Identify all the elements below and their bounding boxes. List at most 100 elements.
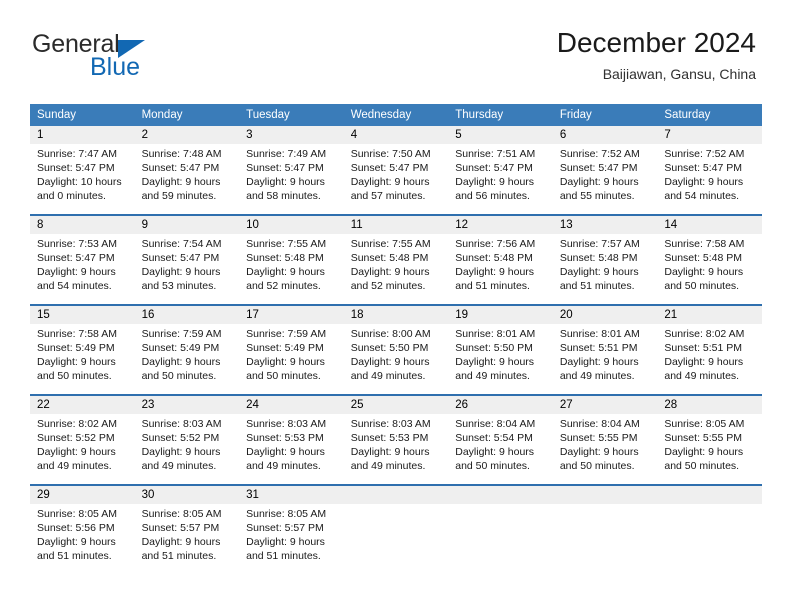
calendar-cell-empty xyxy=(448,484,553,574)
day-number: 6 xyxy=(552,126,658,144)
calendar-day-cell[interactable]: 23 Sunrise: 8:03 AM Sunset: 5:52 PM Dayligh… xyxy=(134,394,240,485)
daylight-duration-line1: Daylight: 9 hours xyxy=(350,446,430,458)
daylight-duration-line1: Daylight: 9 hours xyxy=(350,356,430,368)
calendar-day-cell[interactable]: 16 Sunrise: 7:59 AM Sunset: 5:49 PM Dayligh… xyxy=(134,304,240,395)
sunset-time: Sunset: 5:53 PM xyxy=(246,432,324,444)
sunset-time: Sunset: 5:56 PM xyxy=(37,522,115,534)
calendar-day-cell[interactable]: 3 Sunrise: 7:49 AM Sunset: 5:47 PM Daylight… xyxy=(239,126,344,215)
calendar-day-cell[interactable]: 27 Sunrise: 8:04 AM Sunset: 5:55 PM Dayligh… xyxy=(552,394,658,485)
day-details xyxy=(657,504,762,507)
weekday-header-wednesday: Wednesday xyxy=(343,104,449,126)
sunset-time: Sunset: 5:47 PM xyxy=(37,252,115,264)
sunrise-time: Sunrise: 7:52 AM xyxy=(559,148,640,160)
day-details: Sunrise: 8:03 AM Sunset: 5:53 PM Daylight:… xyxy=(344,414,449,473)
day-details: Sunrise: 7:57 AM Sunset: 5:48 PM Daylight:… xyxy=(553,234,658,293)
calendar-day-cell[interactable]: 7 Sunrise: 7:52 AM Sunset: 5:47 PM Daylight… xyxy=(657,126,762,215)
calendar-day-cell[interactable]: 22 Sunrise: 8:02 AM Sunset: 5:52 PM Dayligh… xyxy=(30,394,135,485)
calendar-day-cell[interactable]: 29 Sunrise: 8:05 AM Sunset: 5:56 PM Dayligh… xyxy=(30,484,135,574)
sunset-time: Sunset: 5:57 PM xyxy=(246,522,324,534)
sunset-time: Sunset: 5:55 PM xyxy=(559,432,638,444)
daylight-duration-line1: Daylight: 9 hours xyxy=(455,446,535,458)
sunset-time: Sunset: 5:47 PM xyxy=(350,162,429,174)
daylight-duration-line2: and 52 minutes. xyxy=(350,280,426,292)
day-number: 28 xyxy=(657,396,762,414)
calendar-day-cell[interactable]: 24 Sunrise: 8:03 AM Sunset: 5:53 PM Dayligh… xyxy=(239,394,344,485)
daylight-duration-line2: and 49 minutes. xyxy=(246,460,321,472)
calendar-day-cell[interactable]: 11 Sunrise: 7:55 AM Sunset: 5:48 PM Dayligh… xyxy=(343,214,449,305)
calendar-cell-empty xyxy=(343,484,449,574)
daylight-duration-line1: Daylight: 9 hours xyxy=(141,356,221,368)
sunset-time: Sunset: 5:48 PM xyxy=(664,252,743,264)
day-number: 2 xyxy=(134,126,240,144)
day-number: 11 xyxy=(343,216,449,234)
calendar-day-cell[interactable]: 1 Sunrise: 7:47 AM Sunset: 5:47 PM Daylight… xyxy=(30,126,135,215)
daylight-duration-line1: Daylight: 9 hours xyxy=(664,356,744,368)
day-number: 29 xyxy=(30,486,135,504)
sunset-time: Sunset: 5:48 PM xyxy=(246,252,324,264)
day-number: 1 xyxy=(30,126,135,144)
sunset-time: Sunset: 5:47 PM xyxy=(141,252,220,264)
daylight-duration-line2: and 50 minutes. xyxy=(664,460,740,472)
calendar-week-row: 15 Sunrise: 7:58 AM Sunset: 5:49 PM Dayligh… xyxy=(30,304,762,395)
daylight-duration-line1: Daylight: 9 hours xyxy=(455,356,535,368)
day-number: 25 xyxy=(343,396,449,414)
calendar-day-cell[interactable]: 13 Sunrise: 7:57 AM Sunset: 5:48 PM Dayligh… xyxy=(552,214,658,305)
calendar-day-cell[interactable]: 25 Sunrise: 8:03 AM Sunset: 5:53 PM Dayligh… xyxy=(343,394,449,485)
calendar-day-cell[interactable]: 2 Sunrise: 7:48 AM Sunset: 5:47 PM Daylight… xyxy=(134,126,240,215)
day-number: 3 xyxy=(239,126,344,144)
sunrise-time: Sunrise: 7:54 AM xyxy=(141,238,222,250)
calendar-day-cell[interactable]: 28 Sunrise: 8:05 AM Sunset: 5:55 PM Dayligh… xyxy=(657,394,762,485)
sunrise-time: Sunrise: 8:02 AM xyxy=(664,328,745,340)
calendar-day-cell[interactable]: 5 Sunrise: 7:51 AM Sunset: 5:47 PM Daylight… xyxy=(448,126,553,215)
calendar-week-row: 8 Sunrise: 7:53 AM Sunset: 5:47 PM Daylight… xyxy=(30,214,762,305)
calendar-day-cell[interactable]: 10 Sunrise: 7:55 AM Sunset: 5:48 PM Dayligh… xyxy=(239,214,344,305)
calendar-day-cell[interactable]: 6 Sunrise: 7:52 AM Sunset: 5:47 PM Daylight… xyxy=(552,126,658,215)
daylight-duration-line1: Daylight: 9 hours xyxy=(455,266,535,278)
daylight-duration-line1: Daylight: 9 hours xyxy=(37,536,116,548)
calendar-day-cell[interactable]: 14 Sunrise: 7:58 AM Sunset: 5:48 PM Dayligh… xyxy=(657,214,762,305)
calendar-day-cell[interactable]: 19 Sunrise: 8:01 AM Sunset: 5:50 PM Dayligh… xyxy=(448,304,553,395)
sunset-time: Sunset: 5:55 PM xyxy=(664,432,743,444)
daylight-duration-line1: Daylight: 9 hours xyxy=(559,176,639,188)
calendar-day-cell[interactable]: 31 Sunrise: 8:05 AM Sunset: 5:57 PM Dayligh… xyxy=(239,484,344,574)
general-blue-logo: General Blue xyxy=(32,31,252,83)
daylight-duration-line2: and 50 minutes. xyxy=(246,370,321,382)
day-details: Sunrise: 7:47 AM Sunset: 5:47 PM Daylight:… xyxy=(30,144,135,203)
day-number: 15 xyxy=(30,306,135,324)
day-details: Sunrise: 7:52 AM Sunset: 5:47 PM Daylight:… xyxy=(553,144,658,203)
day-details: Sunrise: 7:51 AM Sunset: 5:47 PM Daylight:… xyxy=(448,144,553,203)
calendar-day-cell[interactable]: 9 Sunrise: 7:54 AM Sunset: 5:47 PM Daylight… xyxy=(134,214,240,305)
sunset-time: Sunset: 5:50 PM xyxy=(350,342,429,354)
sunrise-time: Sunrise: 7:49 AM xyxy=(246,148,327,160)
calendar-day-cell[interactable]: 20 Sunrise: 8:01 AM Sunset: 5:51 PM Dayligh… xyxy=(552,304,658,395)
day-details: Sunrise: 7:56 AM Sunset: 5:48 PM Daylight:… xyxy=(448,234,553,293)
day-details: Sunrise: 7:48 AM Sunset: 5:47 PM Daylight:… xyxy=(135,144,240,203)
calendar-day-cell[interactable]: 8 Sunrise: 7:53 AM Sunset: 5:47 PM Daylight… xyxy=(30,214,135,305)
day-number: 12 xyxy=(448,216,553,234)
day-details: Sunrise: 7:53 AM Sunset: 5:47 PM Daylight:… xyxy=(30,234,135,293)
day-details: Sunrise: 7:59 AM Sunset: 5:49 PM Daylight:… xyxy=(239,324,344,383)
day-number: 18 xyxy=(343,306,449,324)
day-details: Sunrise: 8:05 AM Sunset: 5:56 PM Daylight:… xyxy=(30,504,135,563)
calendar-day-cell[interactable]: 17 Sunrise: 7:59 AM Sunset: 5:49 PM Dayligh… xyxy=(239,304,344,395)
daylight-duration-line2: and 52 minutes. xyxy=(246,280,321,292)
calendar-day-cell[interactable]: 18 Sunrise: 8:00 AM Sunset: 5:50 PM Dayligh… xyxy=(343,304,449,395)
daylight-duration-line1: Daylight: 9 hours xyxy=(246,176,325,188)
daylight-duration-line2: and 50 minutes. xyxy=(664,280,740,292)
calendar-day-cell[interactable]: 4 Sunrise: 7:50 AM Sunset: 5:47 PM Daylight… xyxy=(343,126,449,215)
calendar-day-cell[interactable]: 26 Sunrise: 8:04 AM Sunset: 5:54 PM Dayligh… xyxy=(448,394,553,485)
sunrise-time: Sunrise: 8:03 AM xyxy=(141,418,222,430)
day-details: Sunrise: 8:04 AM Sunset: 5:54 PM Daylight:… xyxy=(448,414,553,473)
calendar-day-cell[interactable]: 30 Sunrise: 8:05 AM Sunset: 5:57 PM Dayligh… xyxy=(134,484,240,574)
day-details: Sunrise: 8:05 AM Sunset: 5:57 PM Daylight:… xyxy=(239,504,344,563)
sunset-time: Sunset: 5:51 PM xyxy=(559,342,638,354)
day-number: 20 xyxy=(552,306,658,324)
calendar-day-cell[interactable]: 21 Sunrise: 8:02 AM Sunset: 5:51 PM Dayligh… xyxy=(657,304,762,395)
day-details: Sunrise: 7:52 AM Sunset: 5:47 PM Daylight:… xyxy=(657,144,762,203)
sunset-time: Sunset: 5:57 PM xyxy=(141,522,220,534)
calendar-day-cell[interactable]: 15 Sunrise: 7:58 AM Sunset: 5:49 PM Dayligh… xyxy=(30,304,135,395)
sunset-time: Sunset: 5:48 PM xyxy=(350,252,429,264)
daylight-duration-line2: and 50 minutes. xyxy=(455,460,530,472)
calendar-day-cell[interactable]: 12 Sunrise: 7:56 AM Sunset: 5:48 PM Dayligh… xyxy=(448,214,553,305)
sunrise-time: Sunrise: 7:58 AM xyxy=(37,328,117,340)
